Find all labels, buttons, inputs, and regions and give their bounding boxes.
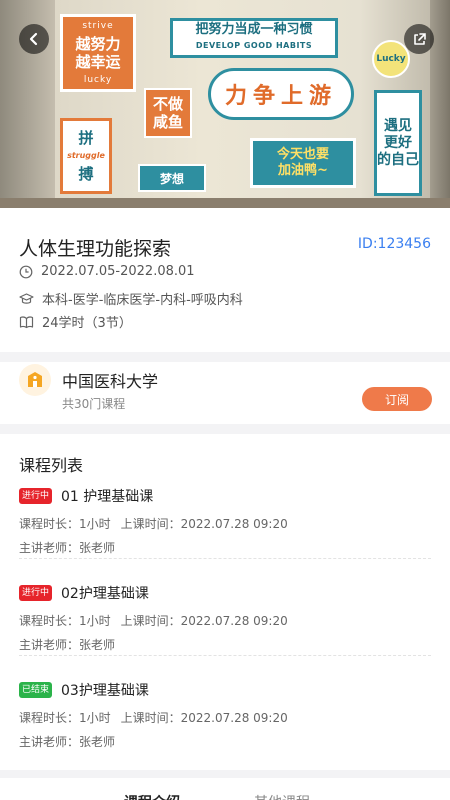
cover-sign-habits: 把努力当成一种习惯 DEVELOP GOOD HABITS <box>170 18 338 58</box>
book-icon <box>19 315 34 328</box>
cover-sign-text: Lucky <box>376 54 406 64</box>
lesson-time: 上课时间：2022.07.28 09:20 <box>120 711 288 725</box>
subscribe-button[interactable]: 订阅 <box>362 387 432 411</box>
status-badge: 进行中 <box>19 488 53 504</box>
graduation-cap-icon <box>19 292 34 304</box>
lesson-teacher: 主讲老师：张老师 <box>19 638 116 652</box>
cover-sign-struggle: 拼 struggle 搏 <box>60 118 112 194</box>
back-button[interactable] <box>19 24 49 54</box>
lesson-divider <box>19 655 431 656</box>
cover-sign-text: 更好 <box>384 134 412 151</box>
course-cover-image: strive 越努力 越幸运 lucky 把努力当成一种习惯 DEVELOP G… <box>0 0 450 208</box>
lesson-list-title: 课程列表 <box>19 456 84 475</box>
cover-sign-text: 把努力当成一种习惯 <box>195 22 313 37</box>
cover-sign-strive: 力争上游 <box>208 68 354 120</box>
university-logo <box>19 364 51 396</box>
school-icon <box>28 372 42 387</box>
course-title: 人体生理功能探索 <box>19 238 172 260</box>
lesson-duration: 课程时长：1小时 <box>19 711 111 725</box>
status-badge: 进行中 <box>19 585 53 601</box>
cover-sign-text: 拼 <box>78 129 94 147</box>
lesson-duration: 课程时长：1小时 <box>19 614 111 628</box>
cover-sign-text: 越幸运 <box>75 53 121 71</box>
cover-floor <box>0 198 450 208</box>
cover-sign-text: DEVELOP GOOD HABITS <box>195 41 313 50</box>
cover-sign-text: 越努力 <box>75 35 121 53</box>
share-icon <box>413 32 426 45</box>
cover-sign-saltfish: 不做 咸鱼 <box>144 88 192 138</box>
lesson-time: 上课时间：2022.07.28 09:20 <box>120 517 288 531</box>
tab-other-courses[interactable]: 其他课程 <box>254 792 310 800</box>
cover-sign-text: lucky <box>83 75 113 85</box>
cover-sign-text: 梦想 <box>159 171 184 186</box>
lesson-divider <box>19 558 431 559</box>
course-hours-row: 24学时（3节） <box>19 312 132 331</box>
cover-sign-text: 力争上游 <box>224 84 337 109</box>
university-course-count: 共30门课程 <box>62 397 126 411</box>
course-hours: 24学时（3节） <box>42 316 132 331</box>
lesson-item[interactable]: 进行中 02护理基础课 课程时长：1小时 上课时间：2022.07.28 09:2… <box>19 583 431 656</box>
cover-sign-text: 搏 <box>78 165 94 183</box>
cover-sign-lucky-round: Lucky <box>372 40 410 78</box>
cover-sign-text: struggle <box>67 151 105 160</box>
chevron-left-icon <box>29 32 38 46</box>
cover-sign-text: 的自己 <box>377 151 419 168</box>
lesson-name: 02护理基础课 <box>61 586 149 602</box>
cover-sign-text: 咸鱼 <box>152 113 183 131</box>
clock-icon <box>19 265 33 278</box>
tab-course-intro[interactable]: 课程介绍 <box>124 792 180 800</box>
cover-sign-text: strive <box>82 21 114 31</box>
cover-sign-better-self: 遇见 更好 的自己 <box>374 90 422 196</box>
cover-sign-cheer: 今天也要 加油鸭~ <box>250 138 356 188</box>
course-category: 本科-医学-临床医学-内科-呼吸内科 <box>42 293 243 308</box>
cover-sign-dream: 梦想 <box>138 164 206 192</box>
cover-sign-text: 今天也要 <box>276 147 329 162</box>
detail-tabs: 课程介绍 其他课程 <box>0 778 450 800</box>
cover-sign-text: 不做 <box>152 95 183 113</box>
course-id: ID:123456 <box>357 236 431 252</box>
lesson-time: 上课时间：2022.07.28 09:20 <box>120 614 288 628</box>
status-badge: 已结束 <box>19 682 53 698</box>
lesson-duration: 课程时长：1小时 <box>19 517 111 531</box>
cover-sign-lucky: strive 越努力 越幸运 lucky <box>60 14 136 92</box>
cover-wall-right <box>430 0 450 208</box>
lesson-item[interactable]: 已结束 03护理基础课 课程时长：1小时 上课时间：2022.07.28 09:2… <box>19 680 431 749</box>
lesson-list: 课程列表 进行中 01 护理基础课 课程时长：1小时 上课时间：2022.07.2… <box>0 434 450 770</box>
university-card[interactable]: 中国医科大学 共30门课程 订阅 <box>0 362 450 424</box>
share-button[interactable] <box>404 24 434 54</box>
lesson-item[interactable]: 进行中 01 护理基础课 课程时长：1小时 上课时间：2022.07.28 09:… <box>19 486 431 559</box>
course-date-range: 2022.07.05-2022.08.01 <box>41 264 195 279</box>
course-category-row: 本科-医学-临床医学-内科-呼吸内科 <box>19 289 243 308</box>
university-name: 中国医科大学 <box>62 372 159 391</box>
course-date-row: 2022.07.05-2022.08.01 <box>19 264 195 279</box>
cover-sign-text: 加油鸭~ <box>278 163 328 178</box>
course-info-card: 人体生理功能探索 ID:123456 2022.07.05-2022.08.01… <box>0 208 450 352</box>
lesson-name: 01 护理基础课 <box>61 489 154 505</box>
lesson-teacher: 主讲老师：张老师 <box>19 735 116 749</box>
cover-sign-text: 遇见 <box>384 117 412 134</box>
lesson-name: 03护理基础课 <box>61 683 149 699</box>
lesson-teacher: 主讲老师：张老师 <box>19 541 116 555</box>
